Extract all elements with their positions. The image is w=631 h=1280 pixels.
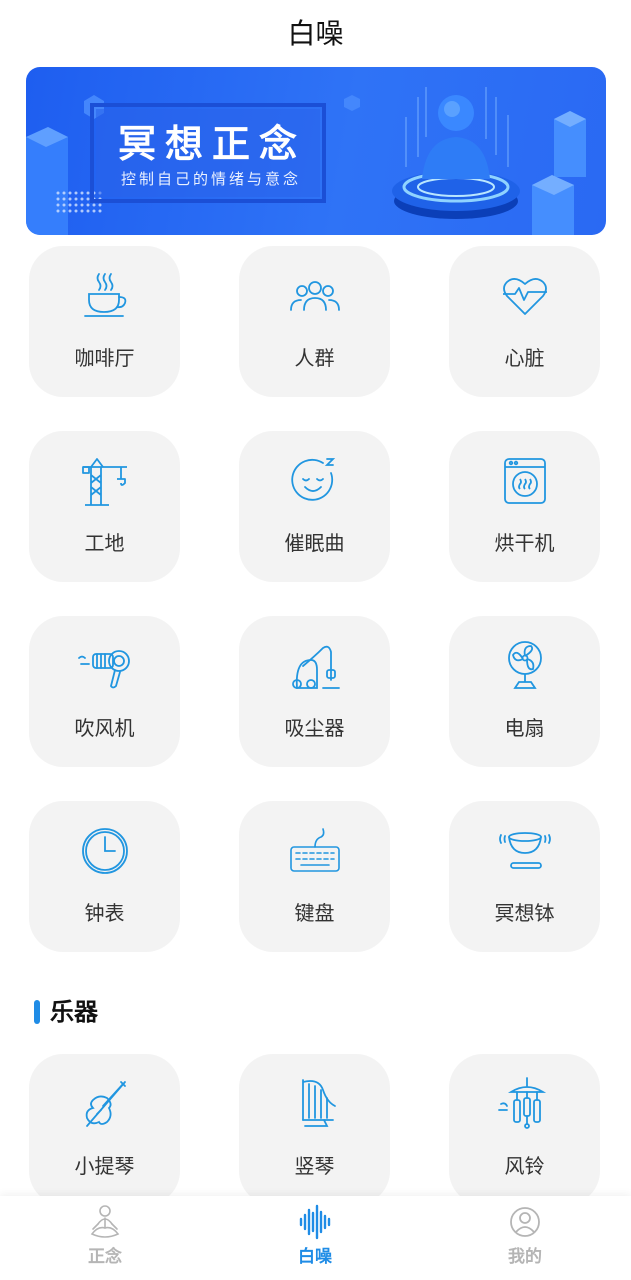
bottom-nav: 正念 白噪 我的 [0, 1196, 631, 1280]
sound-card-hairdryer[interactable]: 吹风机 [29, 616, 180, 767]
sound-card-wind-chime[interactable]: 风铃 [449, 1054, 600, 1205]
sound-card-label: 催眠曲 [284, 531, 345, 555]
sound-card-label: 钟表 [84, 901, 125, 925]
banner-subtitle: 控制自己的情绪与意念 [121, 170, 302, 188]
sound-card-label: 烘干机 [494, 531, 555, 555]
sound-card-dryer[interactable]: 烘干机 [449, 431, 600, 582]
section-marker [34, 1000, 40, 1024]
clock-icon [81, 828, 128, 874]
sound-card-coffee[interactable]: 咖啡厅 [29, 246, 180, 397]
dryer-icon [503, 458, 546, 504]
meditation-icon [90, 1205, 120, 1238]
singing-bowl-icon [498, 832, 551, 869]
crane-icon [81, 458, 127, 506]
keyboard-icon [289, 828, 340, 872]
sound-card-label: 冥想钵 [494, 901, 555, 925]
sound-card-keyboard[interactable]: 键盘 [239, 801, 390, 952]
sound-card-lullaby[interactable]: 催眠曲 [239, 431, 390, 582]
nav-item-mindfulness[interactable]: 正念 [45, 1196, 165, 1280]
sound-card-harp[interactable]: 竖琴 [239, 1054, 390, 1205]
nav-label: 正念 [88, 1247, 122, 1267]
hairdryer-icon [77, 650, 130, 689]
coffee-icon [83, 273, 126, 317]
sound-card-construction[interactable]: 工地 [29, 431, 180, 582]
nav-item-white-noise[interactable]: 白噪 [255, 1196, 375, 1280]
sound-card-crowd[interactable]: 人群 [239, 246, 390, 397]
page-title: 白噪 [287, 17, 344, 50]
nav-label: 我的 [508, 1247, 542, 1267]
sound-card-label: 工地 [84, 531, 125, 555]
nav-item-profile[interactable]: 我的 [465, 1196, 585, 1280]
wind-chime-icon [497, 1077, 546, 1129]
sound-card-label: 吹风机 [74, 716, 135, 740]
sound-card-label: 人群 [294, 346, 335, 370]
sound-card-fan[interactable]: 电扇 [449, 616, 600, 767]
banner-art [26, 87, 586, 235]
sound-card-label: 心脏 [504, 346, 545, 370]
sound-card-label: 风铃 [504, 1154, 545, 1178]
section-title-instruments: 乐器 [50, 998, 98, 1026]
sound-card-singing-bowl[interactable]: 冥想钵 [449, 801, 600, 952]
sound-card-clock[interactable]: 钟表 [29, 801, 180, 952]
fan-icon [507, 641, 542, 689]
nav-label: 白噪 [298, 1247, 332, 1267]
profile-icon [510, 1207, 540, 1237]
sound-card-label: 键盘 [294, 901, 335, 925]
sound-card-label: 咖啡厅 [74, 346, 135, 370]
violin-icon [85, 1081, 126, 1127]
crowd-icon [289, 281, 340, 311]
sleepy-face-icon [290, 458, 335, 501]
meditation-banner[interactable]: 冥想正念 控制自己的情绪与意念 [26, 67, 606, 235]
sound-card-label: 竖琴 [294, 1154, 335, 1178]
sound-card-violin[interactable]: 小提琴 [29, 1054, 180, 1205]
sound-card-heart[interactable]: 心脏 [449, 246, 600, 397]
banner-title: 冥想正念 [118, 122, 307, 166]
app-screen: 白噪 冥想正念 控制自己的情绪与意念 咖啡厅 人群 心脏 工地 催眠曲 烘干机 … [0, 0, 631, 1280]
sound-card-label: 电扇 [504, 716, 545, 740]
sound-card-label: 小提琴 [74, 1154, 135, 1178]
vacuum-icon [291, 645, 340, 689]
sound-card-label: 吸尘器 [284, 716, 345, 740]
harp-icon [301, 1079, 336, 1127]
soundwave-icon [299, 1204, 331, 1240]
heart-icon [502, 278, 547, 315]
sound-card-vacuum[interactable]: 吸尘器 [239, 616, 390, 767]
